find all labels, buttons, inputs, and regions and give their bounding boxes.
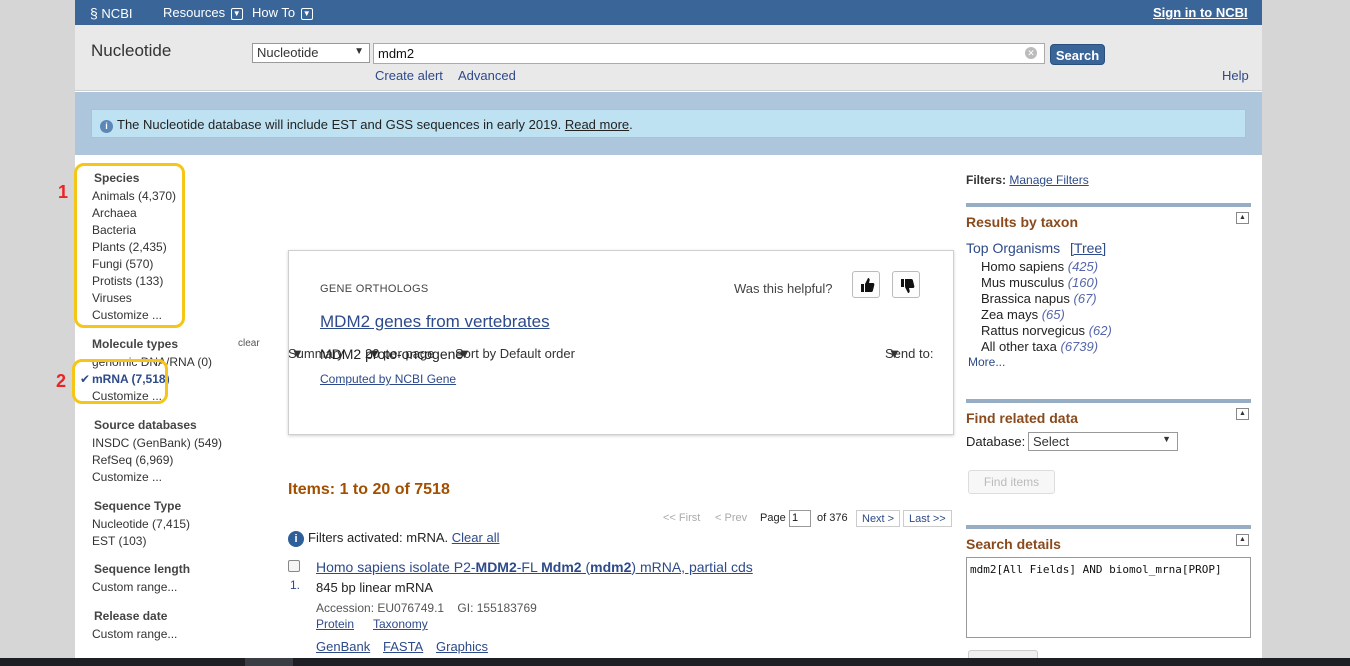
chevron-down-icon: ▼: [300, 8, 313, 20]
manage-filters-link[interactable]: Manage Filters: [1009, 173, 1088, 187]
search-details-textarea[interactable]: mdm2[All Fields] AND biomol_mrna[PROP]: [966, 557, 1251, 638]
top-organisms-row: Top Organisms [Tree]: [966, 240, 1107, 256]
info-icon: i: [100, 120, 113, 133]
result-number: 1.: [290, 578, 301, 592]
pager-next-button[interactable]: Next >: [856, 510, 901, 527]
gene-orthologs-box: GENE ORTHOLOGS Was this helpful? MDM2 ge…: [288, 250, 954, 435]
taskbar: [0, 658, 1350, 666]
notice-band: i The Nucleotide database will include ES…: [75, 92, 1262, 155]
result-description: 845 bp linear mRNA: [316, 580, 434, 595]
result-genbank-link[interactable]: GenBank: [316, 639, 370, 654]
thumbs-up-button[interactable]: [852, 271, 880, 298]
taxon-homo-sapiens[interactable]: Homo sapiens (425): [981, 259, 1098, 274]
database-label: Database:: [966, 434, 1026, 449]
ncbi-helix-icon: §: [90, 5, 98, 21]
molecule-types-heading: Molecule types: [92, 337, 179, 351]
release-date-heading: Release date: [94, 609, 168, 623]
source-filter-refseq[interactable]: RefSeq (6,969): [92, 453, 173, 467]
filters-row: Filters: Manage Filters: [966, 173, 1089, 187]
clear-all-filters-link[interactable]: Clear all: [452, 530, 500, 545]
collapse-taxon-button[interactable]: ▲: [1236, 212, 1249, 224]
dropdown-arrow-icon: ▼: [354, 46, 364, 57]
result-graphics-link[interactable]: Graphics: [436, 639, 488, 654]
annotation-number-1: 1: [58, 182, 69, 202]
mdm2-orthologs-link[interactable]: MDM2 genes from vertebrates: [320, 312, 550, 332]
help-link[interactable]: Help: [1222, 68, 1249, 83]
filters-activated-notice: i Filters activated: mRNA. Clear all: [288, 530, 499, 547]
sign-in-link[interactable]: Sign in to NCBI: [1153, 5, 1248, 20]
results-by-taxon-heading: Results by taxon: [966, 214, 1079, 230]
resources-menu[interactable]: Resources ▼: [163, 5, 243, 20]
related-database-select[interactable]: Select ▼: [1028, 432, 1178, 451]
taxon-mus-musculus[interactable]: Mus musculus (160): [981, 275, 1098, 290]
how-to-menu[interactable]: How To ▼: [252, 5, 313, 20]
pager-first: << First: [663, 512, 701, 524]
items-count: Items: 1 to 20 of 7518: [288, 481, 450, 498]
sequence-type-heading: Sequence Type: [94, 499, 182, 513]
source-filter-insdc[interactable]: INSDC (GenBank) (549): [92, 436, 222, 450]
taxon-zea-mays[interactable]: Zea mays (65): [981, 307, 1065, 322]
pager-last-button[interactable]: Last >>: [903, 510, 952, 527]
result-select-checkbox[interactable]: [288, 560, 300, 572]
section-bar: [966, 525, 1251, 529]
find-related-data-heading: Find related data: [966, 410, 1079, 426]
chevron-down-icon: ▼: [230, 8, 243, 20]
sequence-length-heading: Sequence length: [94, 562, 191, 576]
computed-by-ncbi-gene-link[interactable]: Computed by NCBI Gene: [320, 372, 456, 386]
result-protein-link[interactable]: Protein: [316, 617, 354, 631]
page: § NCBI Resources ▼ How To ▼ Sign in to N…: [75, 0, 1262, 658]
ncbi-logo[interactable]: § NCBI: [90, 5, 132, 21]
find-items-button[interactable]: Find items: [968, 470, 1055, 494]
search-input[interactable]: mdm2: [373, 43, 1045, 64]
database-select[interactable]: Nucleotide ▼: [252, 43, 370, 63]
release-custom-range-link[interactable]: Custom range...: [92, 627, 177, 641]
section-bar: [966, 399, 1251, 403]
taxon-all-other[interactable]: All other taxa (6739): [981, 339, 1098, 354]
dropdown-arrow-icon: ▼: [1162, 434, 1171, 444]
advanced-search-link[interactable]: Advanced: [458, 68, 516, 83]
collapse-related-button[interactable]: ▲: [1236, 408, 1249, 420]
molecule-types-clear-link[interactable]: clear: [238, 338, 260, 349]
pager-page-count: of 376: [817, 512, 848, 524]
tree-link[interactable]: [Tree]: [1070, 240, 1106, 256]
seqtype-filter-nucleotide[interactable]: Nucleotide (7,415): [92, 517, 190, 531]
clear-search-icon[interactable]: ✕: [1025, 47, 1037, 59]
thumbs-down-icon: [901, 279, 915, 293]
taxon-brassica-napus[interactable]: Brassica napus (67): [981, 291, 1097, 306]
result-fasta-link[interactable]: FASTA: [383, 639, 423, 654]
helpful-question: Was this helpful?: [734, 281, 833, 296]
search-area: Nucleotide Nucleotide ▼ mdm2 ✕ Search Cr…: [75, 25, 1262, 91]
thumbs-down-button[interactable]: [892, 271, 920, 298]
seqlen-custom-range-link[interactable]: Custom range...: [92, 580, 177, 594]
collapse-details-button[interactable]: ▲: [1236, 534, 1249, 546]
taxon-rattus-norvegicus[interactable]: Rattus norvegicus (62): [981, 323, 1112, 338]
thumbs-up-icon: [861, 278, 875, 292]
section-bar: [966, 203, 1251, 207]
source-customize-link[interactable]: Customize ...: [92, 470, 162, 484]
ncbi-header-bar: § NCBI Resources ▼ How To ▼ Sign in to N…: [75, 0, 1262, 25]
create-alert-link[interactable]: Create alert: [375, 68, 443, 83]
annotation-box-species: [74, 163, 185, 328]
taskbar-button[interactable]: [245, 658, 293, 666]
search-button[interactable]: Search: [1050, 44, 1105, 65]
database-title: Nucleotide: [91, 41, 172, 60]
search-details-button[interactable]: [968, 650, 1038, 658]
annotation-number-2: 2: [56, 371, 67, 391]
result-title-link[interactable]: Homo sapiens isolate P2-MDM2-FL Mdm2 (md…: [316, 559, 753, 575]
search-details-heading: Search details: [966, 536, 1061, 552]
pager-page-label: Page: [760, 512, 786, 524]
taxon-more-link[interactable]: More...: [968, 355, 1005, 369]
orthologs-label: GENE ORTHOLOGS: [320, 283, 429, 295]
orthologs-description: MDM2 proto-oncogene: [320, 346, 464, 362]
notice-message: i The Nucleotide database will include ES…: [91, 109, 1246, 138]
source-databases-heading: Source databases: [94, 418, 197, 432]
pager-prev: < Prev: [715, 512, 748, 524]
seqtype-filter-est[interactable]: EST (103): [92, 534, 146, 548]
read-more-link[interactable]: Read more: [565, 117, 629, 132]
result-taxonomy-link[interactable]: Taxonomy: [373, 617, 428, 631]
page-number-input[interactable]: 1: [789, 510, 811, 527]
result-accession: Accession: EU076749.1 GI: 155183769: [316, 601, 537, 615]
info-icon: i: [288, 531, 304, 547]
annotation-box-mrna: [72, 359, 168, 404]
